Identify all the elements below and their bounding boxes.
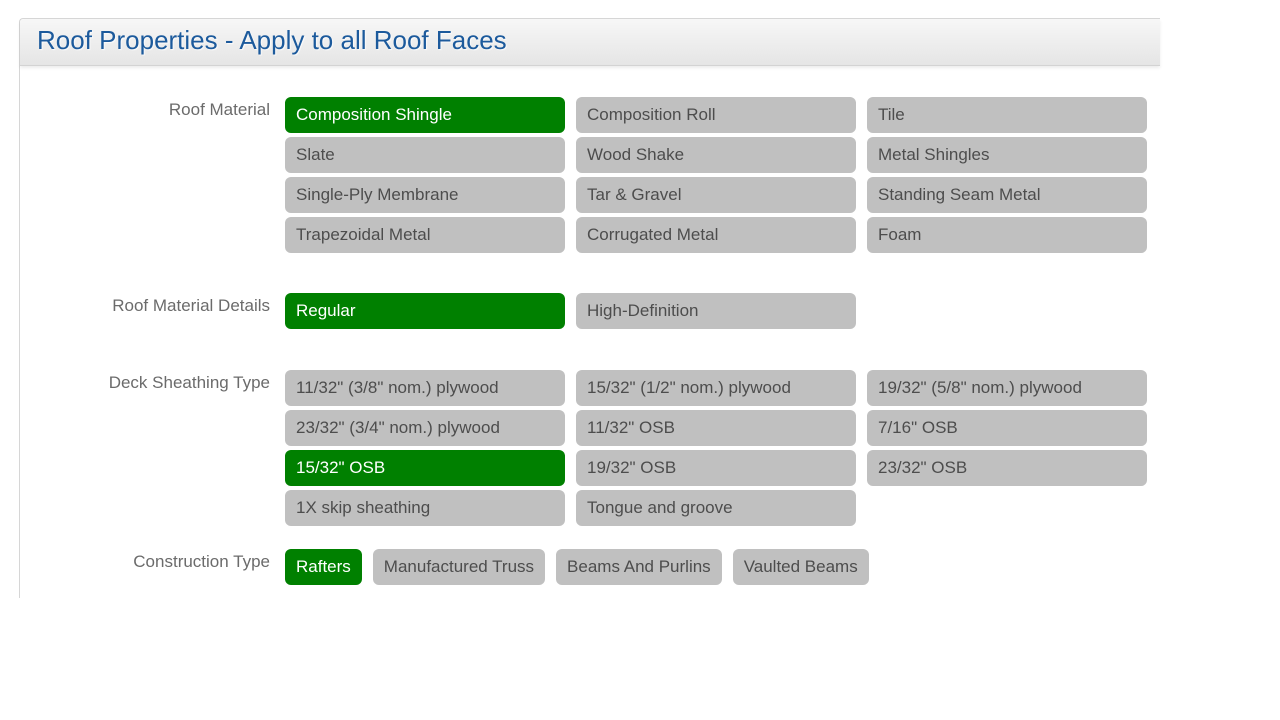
roof-material-option[interactable]: Metal Shingles [867,137,1147,173]
deck-sheathing-option[interactable]: 1X skip sheathing [285,490,565,526]
deck-sheathing-option[interactable]: 23/32" (3/4" nom.) plywood [285,410,565,446]
construction-type-option-rafters[interactable]: Rafters [285,549,362,585]
panel-header: Roof Properties - Apply to all Roof Face… [20,19,1160,66]
roof-material-option[interactable]: Composition Shingle [285,97,565,133]
roof-material-option[interactable]: Tar & Gravel [576,177,856,213]
construction-type-label: Construction Type [133,552,270,571]
roof-material-option[interactable]: Slate [285,137,565,173]
deck-sheathing-options: 11/32" (3/8" nom.) plywood 15/32" (1/2" … [285,370,1147,526]
roof-material-option[interactable]: Foam [867,217,1147,253]
roof-material-options: Composition Shingle Composition Roll Til… [285,97,1147,253]
roof-material-details-options: Regular High-Definition [285,293,1147,329]
roof-material-option[interactable]: Corrugated Metal [576,217,856,253]
roof-material-option[interactable]: Trapezoidal Metal [285,217,565,253]
deck-sheathing-option[interactable]: 11/32" OSB [576,410,856,446]
roof-material-details-label: Roof Material Details [112,296,270,315]
roof-material-label: Roof Material [168,100,270,119]
roof-material-details-option[interactable]: Regular [285,293,565,329]
roof-material-option[interactable]: Tile [867,97,1147,133]
roof-material-option[interactable]: Standing Seam Metal [867,177,1147,213]
roof-material-option[interactable]: Wood Shake [576,137,856,173]
deck-sheathing-option[interactable]: 19/32" OSB [576,450,856,486]
deck-sheathing-option[interactable]: 23/32" OSB [867,450,1147,486]
roof-properties-panel: Roof Properties - Apply to all Roof Face… [19,18,1160,598]
deck-sheathing-option[interactable]: 19/32" (5/8" nom.) plywood [867,370,1147,406]
roof-material-option[interactable]: Single-Ply Membrane [285,177,565,213]
deck-sheathing-option[interactable]: Tongue and groove [576,490,856,526]
construction-type-option-vaulted-beams[interactable]: Vaulted Beams [732,549,869,585]
panel-title: Roof Properties - Apply to all Roof Face… [37,25,507,55]
roof-material-details-option[interactable]: High-Definition [576,293,856,329]
construction-type-options: Rafters Manufactured Truss Beams And Pur… [285,549,869,585]
deck-sheathing-option[interactable]: 15/32" (1/2" nom.) plywood [576,370,856,406]
deck-sheathing-option[interactable]: 11/32" (3/8" nom.) plywood [285,370,565,406]
deck-sheathing-label: Deck Sheathing Type [108,373,270,392]
deck-sheathing-option[interactable]: 15/32" OSB [285,450,565,486]
construction-type-option-manufactured-truss[interactable]: Manufactured Truss [372,549,546,585]
roof-material-option[interactable]: Composition Roll [576,97,856,133]
deck-sheathing-option[interactable]: 7/16" OSB [867,410,1147,446]
construction-type-option-beams-and-purlins[interactable]: Beams And Purlins [556,549,722,585]
